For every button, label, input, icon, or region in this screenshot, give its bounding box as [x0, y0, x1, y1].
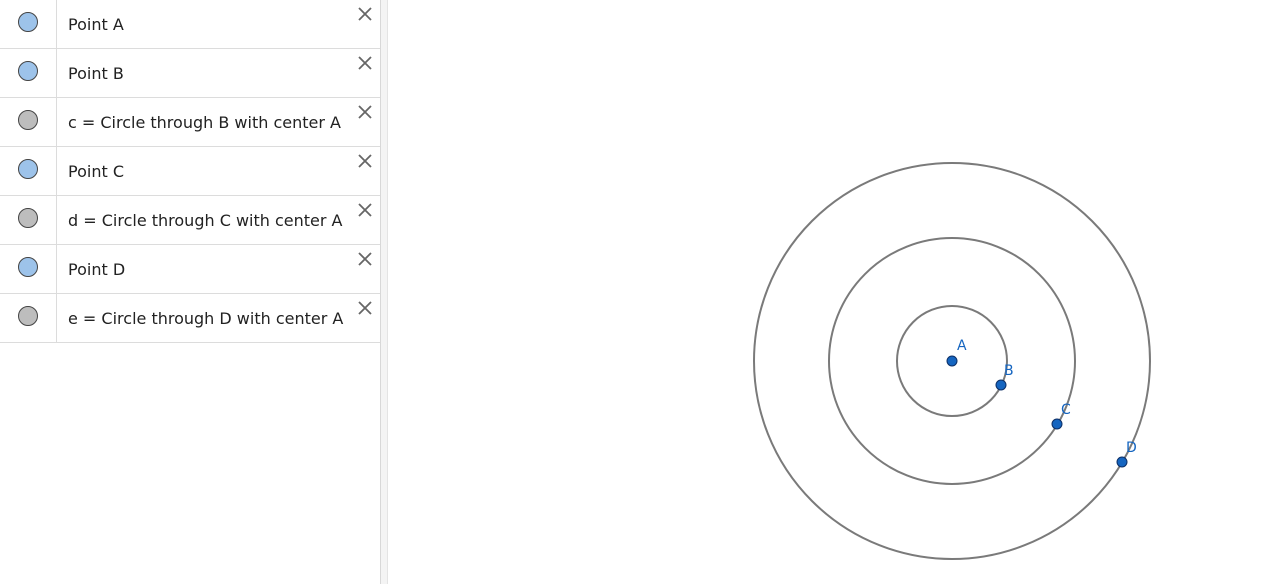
close-icon [358, 105, 372, 119]
visibility-toggle-circle-e[interactable] [18, 306, 38, 326]
delete-button[interactable] [354, 52, 376, 74]
point-d-label: D [1126, 440, 1137, 456]
visibility-toggle-point-a[interactable] [18, 12, 38, 32]
marble-cell [0, 294, 57, 342]
visibility-toggle-point-c[interactable] [18, 159, 38, 179]
marble-cell [0, 0, 57, 48]
view-splitter[interactable] [380, 0, 388, 584]
delete-button[interactable] [354, 297, 376, 319]
algebra-item-point-a[interactable]: Point A [0, 0, 380, 49]
algebra-item-circle-d[interactable]: d = Circle through C with center A [0, 196, 380, 245]
algebra-item-text[interactable]: d = Circle through C with center A [68, 196, 343, 244]
algebra-item-point-d[interactable]: Point D [0, 245, 380, 294]
point-a[interactable] [946, 355, 958, 367]
algebra-item-text[interactable]: Point D [68, 245, 125, 293]
point-c-label: C [1061, 402, 1071, 418]
visibility-toggle-point-b[interactable] [18, 61, 38, 81]
marble-cell [0, 245, 57, 293]
algebra-item-circle-e[interactable]: e = Circle through D with center A [0, 294, 380, 343]
graphics-canvas[interactable]: A B C D [388, 0, 1280, 584]
algebra-item-point-b[interactable]: Point B [0, 49, 380, 98]
marble-cell [0, 98, 57, 146]
close-icon [358, 7, 372, 21]
point-b-label: B [1004, 363, 1014, 379]
algebra-item-point-c[interactable]: Point C [0, 147, 380, 196]
close-icon [358, 252, 372, 266]
delete-button[interactable] [354, 199, 376, 221]
geometry-app: Point A Point B c = Circle through B wit… [0, 0, 1280, 584]
point-a-label: A [957, 338, 967, 354]
point-c[interactable] [1051, 418, 1063, 430]
delete-button[interactable] [354, 150, 376, 172]
visibility-toggle-circle-d[interactable] [18, 208, 38, 228]
algebra-item-circle-c[interactable]: c = Circle through B with center A [0, 98, 380, 147]
delete-button[interactable] [354, 101, 376, 123]
algebra-item-text[interactable]: Point C [68, 147, 124, 195]
point-b[interactable] [995, 379, 1007, 391]
algebra-item-text[interactable]: e = Circle through D with center A [68, 294, 343, 342]
close-icon [358, 154, 372, 168]
close-icon [358, 203, 372, 217]
marble-cell [0, 196, 57, 244]
marble-cell [0, 147, 57, 195]
algebra-item-text[interactable]: c = Circle through B with center A [68, 98, 341, 146]
visibility-toggle-circle-c[interactable] [18, 110, 38, 130]
close-icon [358, 301, 372, 315]
point-d[interactable] [1116, 456, 1128, 468]
algebra-item-text[interactable]: Point B [68, 49, 124, 97]
visibility-toggle-point-d[interactable] [18, 257, 38, 277]
delete-button[interactable] [354, 248, 376, 270]
algebra-item-text[interactable]: Point A [68, 0, 124, 48]
close-icon [358, 56, 372, 70]
graphics-view[interactable]: A B C D [388, 0, 1280, 584]
delete-button[interactable] [354, 3, 376, 25]
algebra-view: Point A Point B c = Circle through B wit… [0, 0, 380, 584]
marble-cell [0, 49, 57, 97]
